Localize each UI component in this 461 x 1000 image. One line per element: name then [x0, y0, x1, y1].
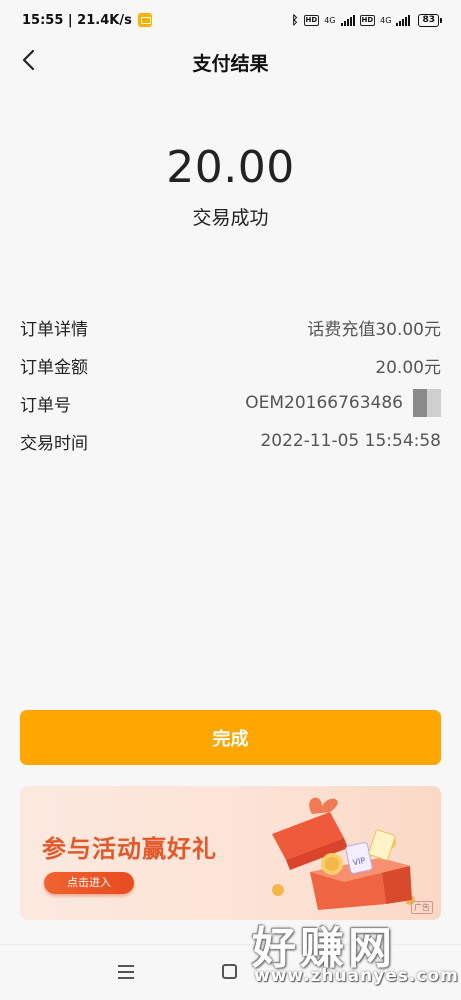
detail-row-order-amount: 订单金额 20.00元 — [20, 346, 441, 384]
status-right: ᛒ HD 4G HD 4G 83 — [291, 13, 442, 27]
gift-box-icon: VIP — [272, 797, 415, 910]
ad-enter-button[interactable]: 点击进入 — [44, 872, 134, 894]
network-type-2: 4G — [380, 15, 392, 25]
status-left: 15:55 | 21.4K/s — [22, 13, 152, 28]
detail-value: 20.00元 — [375, 357, 441, 378]
bluetooth-icon: ᛒ — [291, 13, 299, 27]
mosaic-redaction-icon — [413, 389, 441, 417]
payment-status: 交易成功 — [192, 207, 269, 229]
home-square-icon[interactable] — [222, 964, 237, 979]
hd-badge-2: HD — [359, 14, 376, 26]
detail-row-transaction-time: 交易时间 2022-11-05 15:54:58 — [20, 422, 441, 460]
done-button[interactable]: 完成 — [20, 710, 441, 765]
detail-value: 2022-11-05 15:54:58 — [260, 431, 441, 451]
hd-badge-1: HD — [303, 14, 320, 26]
nav-bar: 支付结果 — [0, 40, 461, 80]
system-navigation-bar — [0, 944, 461, 1000]
detail-value-wrap: OEM20166763486 — [245, 389, 441, 417]
network-type-1: 4G — [324, 15, 336, 25]
menu-icon[interactable] — [118, 965, 134, 979]
detail-label: 订单金额 — [20, 357, 88, 378]
ad-label: 广告 — [411, 901, 433, 914]
ad-banner[interactable]: 参与活动赢好礼 点击进入 VIP 广告 — [20, 786, 441, 920]
ad-title: 参与活动赢好礼 — [42, 835, 217, 863]
page-title: 支付结果 — [192, 53, 269, 75]
detail-label: 订单号 — [20, 395, 71, 416]
detail-value: 话费充值30.00元 — [307, 319, 441, 340]
detail-label: 订单详情 — [20, 319, 88, 340]
message-notification-icon — [137, 13, 152, 27]
battery-icon: 83 — [418, 13, 442, 27]
signal-icon-1 — [340, 14, 355, 26]
detail-row-order-info: 订单详情 话费充值30.00元 — [20, 308, 441, 346]
order-number-value: OEM20166763486 — [245, 393, 403, 413]
signal-icon-2 — [396, 14, 411, 26]
payment-amount: 20.00 — [166, 142, 295, 193]
detail-row-order-number: 订单号 OEM20166763486 — [20, 384, 441, 422]
order-details: 订单详情 话费充值30.00元 订单金额 20.00元 订单号 OEM20166… — [20, 308, 441, 460]
detail-label: 交易时间 — [20, 433, 88, 454]
status-time-speed: 15:55 | 21.4K/s — [22, 12, 132, 28]
status-bar: 15:55 | 21.4K/s ᛒ HD 4G HD 4G 83 — [0, 0, 461, 40]
